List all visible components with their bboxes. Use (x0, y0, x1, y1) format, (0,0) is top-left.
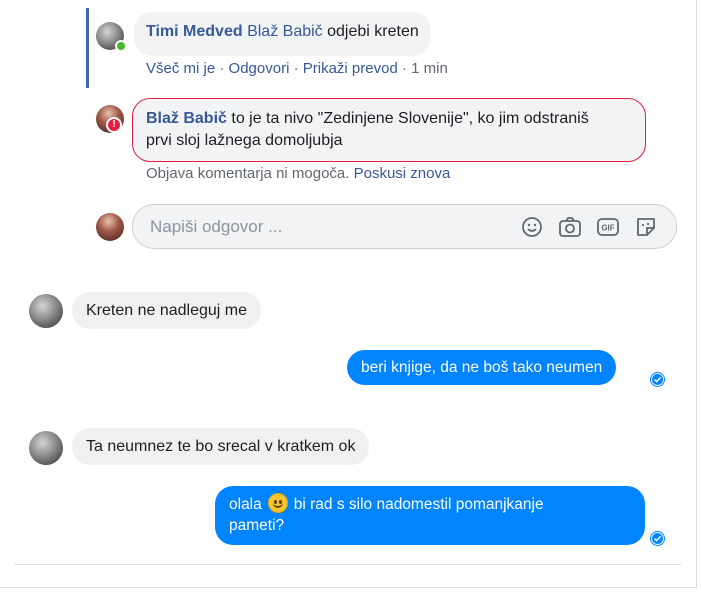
reply-input[interactable]: Napiši odgovor ... GIF (132, 204, 677, 249)
reply-link[interactable]: Odgovori (229, 60, 290, 77)
sent-check-icon (651, 373, 664, 386)
smiley-icon[interactable] (520, 215, 544, 239)
post-error: Objava komentarja ni mogoča. Poskusi zno… (146, 165, 450, 182)
thread-indicator (86, 8, 89, 88)
contact-avatar[interactable] (29, 294, 63, 328)
separator: · (215, 60, 229, 77)
gif-icon[interactable]: GIF (596, 215, 620, 239)
message-text: pameti? (229, 517, 285, 534)
reply-placeholder: Napiši odgovor ... (150, 217, 283, 236)
error-icon: ! (106, 117, 122, 133)
message-incoming: Ta neumnez te bo srecal v kratkem ok (72, 428, 370, 465)
comment-actions: Všeč mi je · Odgovori · Prikaži prevod ·… (146, 60, 448, 77)
comment-author[interactable]: Blaž Babič (146, 110, 227, 127)
separator: · (289, 60, 303, 77)
mention-link[interactable]: Blaž Babič (247, 23, 323, 40)
message-outgoing: olala bi rad s silo nadomestil pomanjkanj… (215, 486, 645, 545)
separator: · (397, 60, 412, 77)
comment-text-line1: to je ta nivo "Zedinjene Slovenije", ko … (226, 110, 589, 127)
failed-comment-bubble: Blaž Babič to je ta nivo "Zedinjene Slov… (132, 98, 646, 162)
divider (14, 564, 681, 565)
translate-link[interactable]: Prikaži prevod (303, 60, 398, 77)
svg-text:GIF: GIF (601, 224, 614, 233)
comment-bubble: Timi Medved Blaž Babič odjebi kreten (134, 12, 431, 56)
sticker-icon[interactable] (634, 215, 658, 239)
message-outgoing: beri knjige, da ne boš tako neumen (347, 350, 617, 385)
message-text: olala (229, 496, 262, 513)
smiley-emoji-icon (267, 493, 288, 513)
message-text: bi rad s silo nadomestil pomanjkanje (293, 496, 544, 513)
camera-icon[interactable] (558, 215, 582, 239)
error-message: Objava komentarja ni mogoča. (146, 165, 350, 182)
retry-link[interactable]: Poskusi znova (354, 165, 451, 182)
avatar-self (96, 213, 124, 241)
like-link[interactable]: Všeč mi je (146, 60, 215, 77)
comment-author[interactable]: Timi Medved (146, 23, 243, 40)
chat-panel: Timi Medved Blaž Babič odjebi kreten Vše… (0, 0, 697, 588)
timestamp[interactable]: 1 min (411, 60, 448, 77)
contact-avatar[interactable] (29, 431, 63, 465)
online-status-icon (115, 40, 127, 52)
comment-text-line2: prvi sloj lažnega domoljubja (146, 132, 343, 149)
message-incoming: Kreten ne nadleguj me (72, 292, 261, 329)
comment-text: odjebi kreten (322, 23, 419, 40)
sent-check-icon (651, 532, 664, 545)
